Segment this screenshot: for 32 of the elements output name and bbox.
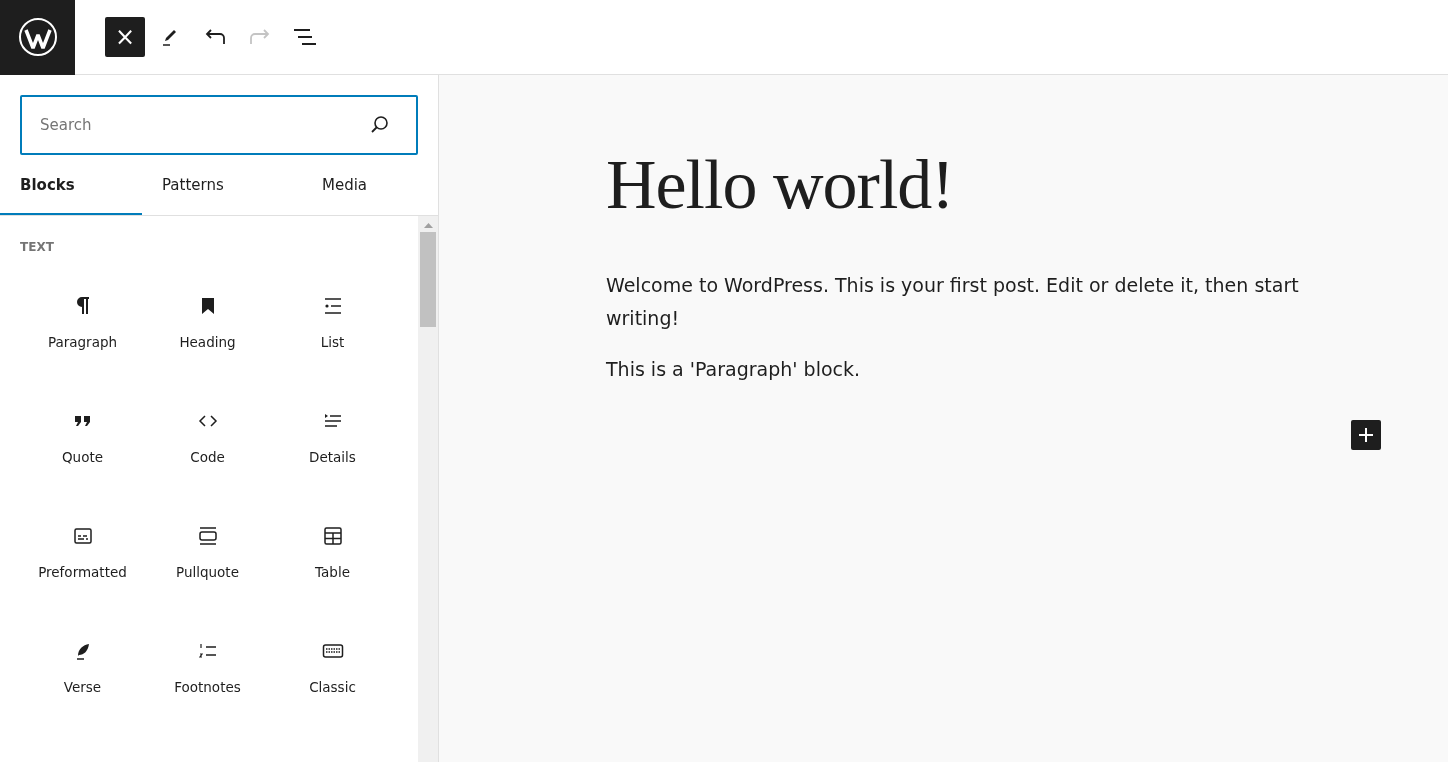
list-view-icon xyxy=(293,28,317,46)
logo-icon xyxy=(17,17,58,57)
search-icon xyxy=(370,115,390,135)
block-item[interactable]: Details xyxy=(270,399,395,483)
post-title: Hello world! xyxy=(606,145,955,225)
scrollbar-thumb[interactable] xyxy=(420,232,436,327)
inserter-tab[interactable]: Blocks xyxy=(0,155,142,215)
paragraph-text: This is a 'Paragraph' block. xyxy=(606,357,862,382)
block-item[interactable]: Footnotes xyxy=(145,629,270,713)
block-item[interactable]: Verse xyxy=(20,629,145,713)
paragraph-text: Welcome to WordPress. This is your first post. Edit or delete it, then start writing! xyxy=(606,273,1300,331)
redo-icon xyxy=(249,29,271,45)
inserter-tab[interactable]: Patterns xyxy=(142,155,284,215)
logo-tile[interactable] xyxy=(0,0,75,75)
block-item[interactable]: Preformatted xyxy=(20,514,145,598)
block-item[interactable]: Classic xyxy=(270,629,395,713)
category-heading: TEXT xyxy=(20,240,55,254)
plus-icon xyxy=(1358,427,1374,443)
scrollbar[interactable] xyxy=(418,216,438,762)
close-button[interactable]: × xyxy=(105,17,145,57)
block-item[interactable]: List xyxy=(270,284,395,368)
undo-icon xyxy=(204,29,226,45)
inserter-tab[interactable]: Media xyxy=(284,155,426,215)
block-item[interactable]: Heading xyxy=(145,284,270,368)
block-item[interactable]: Table xyxy=(270,514,395,598)
add-block-button[interactable] xyxy=(1351,420,1381,450)
search-field[interactable]: Search xyxy=(20,95,418,155)
scroll-up-icon xyxy=(423,222,433,228)
block-item[interactable]: Paragraph xyxy=(20,284,145,368)
block-item[interactable]: Code xyxy=(145,399,270,483)
block-item[interactable]: Quote xyxy=(20,399,145,483)
block-item[interactable]: Pullquote xyxy=(145,514,270,598)
